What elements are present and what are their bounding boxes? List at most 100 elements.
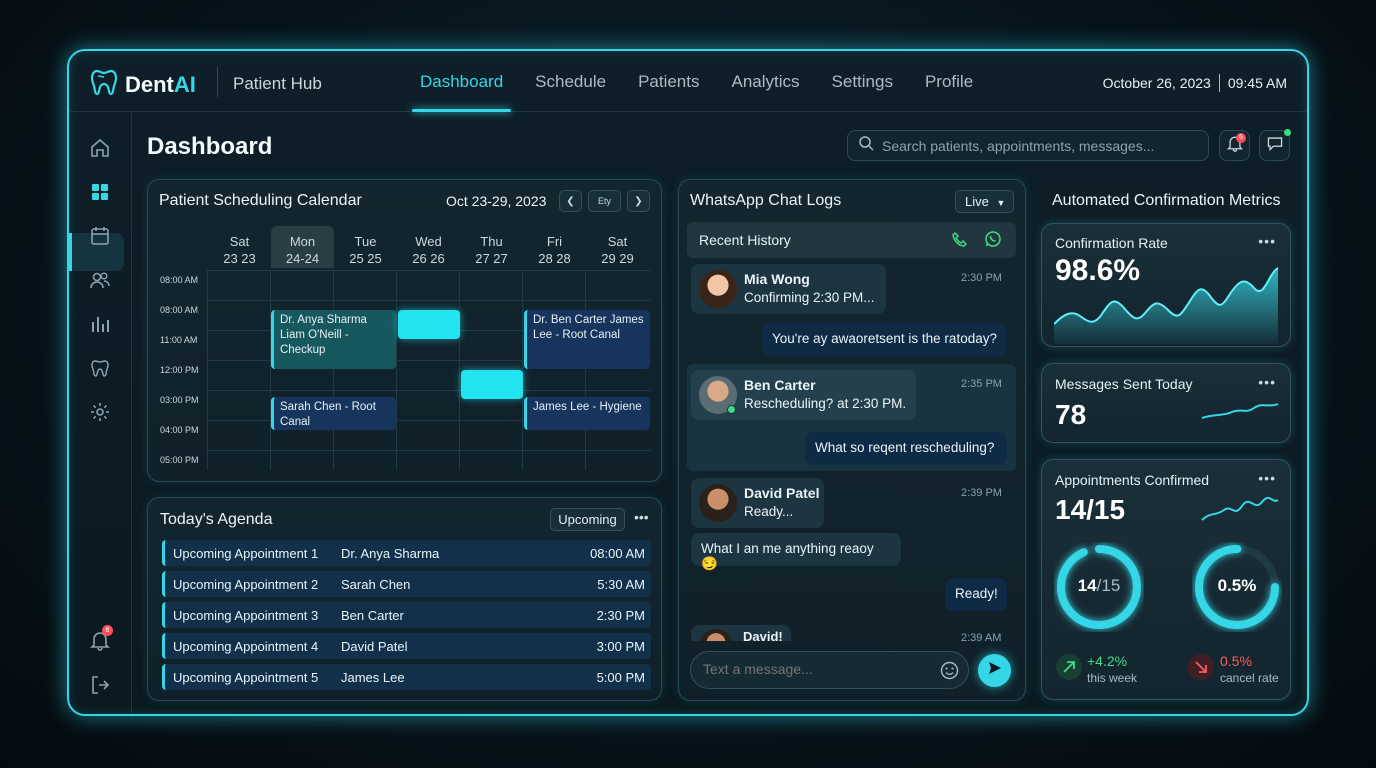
day-header[interactable]: Sat 23 23 [208, 226, 271, 268]
sender-name: David! [743, 629, 783, 641]
time-label: 12:00 PM [160, 365, 199, 375]
day-header[interactable]: Thu 27 27 [460, 226, 523, 268]
phone-icon[interactable] [951, 231, 969, 254]
search-bar [847, 130, 1209, 161]
reply-message[interactable]: You're ay awaoretsent is the ratoday? [762, 323, 1007, 356]
trend-down-value: 0.5% [1220, 653, 1252, 669]
message-time: 2:30 PM [961, 272, 1002, 284]
grid-line [522, 270, 523, 470]
day-header[interactable]: Tue 25 25 [334, 226, 397, 268]
message-input[interactable] [703, 661, 923, 677]
metric-label: Confirmation Rate [1055, 235, 1168, 251]
search-input[interactable] [882, 137, 1202, 154]
agenda-row[interactable]: Upcoming Appointment 4 David Patel 3:00 PM [162, 633, 651, 659]
reply-message[interactable]: Ready! [945, 578, 1007, 611]
calendar-event-highlight[interactable] [461, 370, 523, 399]
incoming-message[interactable]: What I an me anything reaoy 😏 [691, 533, 901, 571]
live-dropdown[interactable]: Live ▼ [955, 190, 1014, 213]
day-header[interactable]: Sat 29 29 [586, 226, 649, 268]
tab-profile[interactable]: Profile [909, 51, 989, 112]
grid-line [333, 270, 334, 470]
more-icon[interactable]: ••• [634, 509, 649, 525]
datetime: October 26, 2023 09:45 AM [1103, 74, 1287, 92]
chat-message[interactable]: David! [691, 625, 791, 641]
chat-message[interactable]: Ben Carter Rescheduling? at 2:30 PM. [691, 370, 916, 420]
current-time: 09:45 AM [1227, 75, 1287, 91]
metric-value: 14/15 [1055, 494, 1126, 525]
message-text: Confirming 2:30 PM... [744, 290, 875, 305]
grid-line [270, 270, 271, 470]
confirmation-area-chart [1054, 267, 1279, 344]
agenda-row[interactable]: Upcoming Appointment 2 Sarah Chen 5:30 AM [162, 571, 651, 597]
home-icon[interactable] [89, 137, 111, 159]
avatar [699, 270, 737, 308]
tooth-icon[interactable] [89, 357, 111, 379]
chat-message[interactable]: David Patel Ready... [691, 478, 824, 528]
agenda-row[interactable]: Upcoming Appointment 3 Ben Carter 2:30 PM [162, 602, 651, 628]
trend-down-label: cancel rate [1220, 671, 1279, 685]
tab-analytics[interactable]: Analytics [716, 51, 816, 112]
agenda-row[interactable]: Upcoming Appointment 1 Dr. Anya Sharma 08:… [162, 540, 651, 566]
calendar-event[interactable]: James Lee - Hygiene [524, 397, 650, 430]
calendar-event[interactable]: Dr. Ben Carter James Lee - Root Canal [524, 310, 650, 369]
day-header[interactable]: Fri 28 28 [523, 226, 586, 268]
chart-icon[interactable] [89, 313, 111, 335]
chevron-left-icon: ❮ [566, 195, 575, 207]
emoji-icon[interactable] [940, 661, 959, 685]
calendar-event[interactable]: Dr. Anya Sharma Liam O'Neill - Checkup [271, 310, 396, 369]
tab-dashboard[interactable]: Dashboard [404, 51, 519, 112]
whatsapp-icon[interactable] [984, 230, 1002, 253]
reply-message[interactable]: What so reqent rescheduling? [805, 432, 1007, 465]
calendar-event-highlight[interactable] [398, 310, 460, 339]
logout-icon[interactable] [89, 674, 111, 696]
message-time: 2:35 PM [961, 378, 1002, 390]
dashboard-icon[interactable] [89, 181, 111, 203]
divider [217, 67, 218, 97]
divider [1218, 74, 1220, 92]
day-header[interactable]: Wed 26 26 [397, 226, 460, 268]
messages-button[interactable] [1259, 129, 1291, 161]
grid-line [585, 270, 586, 470]
next-week-button[interactable]: ❯ [627, 190, 650, 212]
gear-icon[interactable] [89, 401, 111, 423]
chevron-down-icon: ▼ [996, 198, 1006, 208]
notification-badge: 6 [102, 625, 113, 636]
calendar-event[interactable]: Sarah Chen - Root Canal [271, 397, 396, 430]
recent-history-bar: Recent History [687, 222, 1016, 258]
top-bar: DentAI Patient Hub Dashboard Schedule Pa… [69, 51, 1307, 112]
more-icon[interactable]: ••• [1258, 374, 1276, 390]
chat-icon [1266, 134, 1284, 157]
calendar-range: Oct 23-29, 2023 [446, 193, 547, 209]
day-header-selected[interactable]: Mon 24-24 [271, 226, 334, 268]
prev-week-button[interactable]: ❮ [559, 190, 582, 212]
tab-settings[interactable]: Settings [816, 51, 909, 112]
brand-name: DentAI [125, 71, 196, 97]
chat-message[interactable]: Mia Wong Confirming 2:30 PM... [691, 264, 886, 314]
confirmation-rate-card[interactable]: Confirmation Rate ••• 98.6% [1041, 223, 1291, 347]
tab-patients[interactable]: Patients [622, 51, 715, 112]
ring-label: 0.5% [1217, 576, 1257, 595]
appointments-confirmed-card[interactable]: Appointments Confirmed ••• 14/15 14/15 0… [1041, 459, 1291, 700]
messages-sent-card[interactable]: Messages Sent Today ••• 78 [1041, 363, 1291, 443]
users-icon[interactable] [89, 269, 111, 291]
time-label: 04:00 PM [160, 425, 199, 435]
sender-name: Ben Carter [744, 377, 816, 393]
tooth-logo-icon [89, 67, 119, 102]
agenda-filter-button[interactable]: Upcoming [550, 508, 625, 531]
tab-schedule[interactable]: Schedule [519, 51, 622, 112]
trend-down-icon [1188, 654, 1214, 680]
ring-label: 14/15 [1077, 576, 1121, 595]
notifications-button[interactable]: 6 [1219, 130, 1250, 161]
more-icon[interactable]: ••• [1258, 470, 1276, 486]
trend-up-label: this week [1087, 671, 1138, 685]
send-button[interactable] [978, 654, 1011, 687]
bell-icon[interactable]: 6 [89, 625, 113, 651]
time-label: 08:00 AM [160, 275, 199, 285]
logo[interactable]: DentAI [89, 67, 196, 102]
today-button[interactable]: Ety [588, 190, 621, 212]
agenda-row[interactable]: Upcoming Appointment 5 James Lee 5:00 PM [162, 664, 651, 690]
more-icon[interactable]: ••• [1258, 233, 1276, 249]
trend-up-icon [1056, 654, 1082, 680]
metrics-title: Automated Confirmation Metrics [1052, 192, 1281, 209]
calendar-icon[interactable] [89, 225, 111, 247]
